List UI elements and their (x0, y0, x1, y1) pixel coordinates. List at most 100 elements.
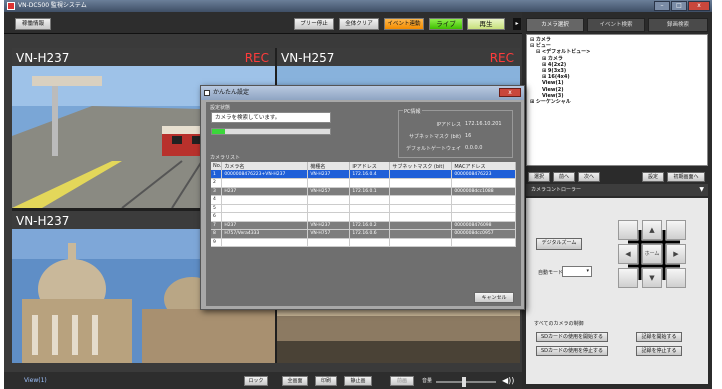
column-header[interactable]: MACアドレス (451, 162, 516, 170)
settings-button[interactable]: 設定 (642, 172, 664, 182)
sd-card-start-button[interactable]: SDカードの使用を開始する (536, 332, 608, 342)
table-cell-no: 5 (211, 204, 223, 213)
auto-mode-label: 自動モード (538, 270, 564, 276)
column-header[interactable]: 機種名 (307, 162, 351, 170)
recording-start-button[interactable]: 記録を開始する (636, 332, 682, 342)
playback-button[interactable]: 再生 (467, 18, 505, 30)
tab-recording-search[interactable]: 録画検索 (648, 18, 708, 32)
ptz-down-left-button[interactable] (618, 268, 638, 288)
table-cell-name (221, 195, 309, 205)
lock-button[interactable]: ロック (244, 376, 268, 386)
table-cell-mask (389, 238, 453, 247)
operation-info-button[interactable]: 稼働情報 (15, 18, 51, 30)
speaker-icon[interactable]: ◀)) (502, 376, 516, 386)
digital-zoom-button[interactable]: デジタルズーム (536, 238, 582, 250)
table-cell-ip: 172.16.0.4 (349, 170, 391, 179)
prev-button[interactable]: 前へ (553, 172, 575, 182)
ptz-up-left-button[interactable] (618, 220, 638, 240)
minimize-button[interactable]: – (654, 1, 670, 11)
fullscreen-button[interactable]: 全画面 (282, 376, 308, 386)
panel-toggle-arrow-icon[interactable]: ▸ (513, 18, 521, 30)
print-stop-button[interactable]: プリー停止 (294, 18, 334, 30)
app-logo-icon (7, 2, 15, 10)
table-cell-model: VN-H257 (307, 187, 351, 196)
maximize-button[interactable]: □ (671, 1, 687, 11)
window-title: VN-DC500 監視システム (18, 2, 87, 9)
table-cell-mask (389, 229, 453, 239)
table-row[interactable]: 3 H237 VN-H257 172.16.0.1 0000008dcc1088 (211, 187, 516, 196)
next-button[interactable]: 次へ (578, 172, 600, 182)
table-cell-name (221, 212, 309, 222)
recording-stop-button[interactable]: 記録を停止する (636, 346, 682, 356)
table-cell-model (307, 178, 351, 188)
camera-header: VN-H237 REC (12, 48, 275, 66)
table-row[interactable]: 8 H757/Vera4333 VN-H757 172.16.0.6 0000008dc… (211, 229, 516, 239)
auto-mode-select[interactable]: ▾ (562, 266, 592, 277)
volume-slider[interactable] (436, 381, 496, 383)
chevron-down-icon[interactable]: ▼ (699, 184, 704, 196)
table-cell-ip: 172.16.0.6 (349, 229, 391, 239)
table-cell-no: 4 (211, 195, 223, 205)
live-button[interactable]: ライブ (429, 18, 463, 30)
table-row[interactable]: 9 (211, 238, 516, 247)
previous-screen-button[interactable]: 前画 (390, 376, 414, 386)
dialog-body: 設定状態 カメラを検索しています。 PC情報 IPアドレス 172.16.10.… (206, 102, 521, 306)
camera-name: VN-H237 (16, 51, 70, 65)
table-row[interactable]: 1 0000008476223+VN-H237 VN-H237 172.16.0.4 0… (211, 170, 516, 179)
rec-indicator: REC (244, 51, 269, 65)
clear-all-button[interactable]: 全体クリア (339, 18, 379, 30)
status-message: カメラを検索しています。 (211, 112, 331, 123)
dialog-close-button[interactable]: x (499, 88, 521, 97)
table-cell-mac (451, 195, 516, 205)
ptz-pad: ▲ ◀ ホーム ▶ ▼ (618, 220, 690, 290)
right-panel: カメラ選択 イベント検索 録画検索 ⊟ カメラ ⊟ ビュー ⊟ <デフォルトビュー>… (522, 12, 712, 389)
title-bar: VN-DC500 監視システム – □ x (4, 0, 712, 12)
table-cell-ip (349, 204, 391, 213)
initial-screen-button[interactable]: 初期画面へ (667, 172, 705, 182)
table-row[interactable]: 2 (211, 178, 516, 188)
ptz-up-right-button[interactable] (666, 220, 686, 240)
event-link-button[interactable]: イベント連動 (384, 18, 424, 30)
camera-controller-header[interactable]: カメラコントローラー ▼ (526, 184, 708, 196)
print-button[interactable]: 印刷 (315, 376, 337, 386)
column-header[interactable]: サブネットマスク (bit) (389, 162, 453, 170)
column-header[interactable]: No. (211, 162, 223, 170)
ptz-left-button[interactable]: ◀ (618, 244, 638, 264)
table-cell-ip (349, 212, 391, 222)
table-row[interactable]: 4 (211, 195, 516, 205)
table-cell-name (221, 238, 309, 247)
camera-controller-panel: デジタルズーム 自動モード ▾ ▲ ◀ ホーム ▶ ▼ すべてのカメラの制御 S… (526, 198, 708, 384)
close-button[interactable]: x (688, 1, 710, 11)
dialog-title-bar[interactable]: かんたん設定 x (201, 86, 524, 100)
easy-setup-dialog: かんたん設定 x 設定状態 カメラを検索しています。 PC情報 IPアドレス 1… (200, 85, 525, 310)
pc-mask-key: サブネットマスク (bit) (408, 134, 461, 140)
ptz-right-button[interactable]: ▶ (666, 244, 686, 264)
table-row[interactable]: 7 H237 VN-H237 172.16.0.2 0000008476098 (211, 221, 516, 230)
table-cell-model (307, 204, 351, 213)
ptz-up-button[interactable]: ▲ (642, 220, 662, 240)
ptz-home-button[interactable]: ホーム (642, 244, 662, 264)
tab-event-search[interactable]: イベント検索 (587, 18, 645, 32)
column-header[interactable]: カメラ名 (221, 162, 309, 170)
table-cell-mac: 0000008dcc0957 (451, 229, 516, 239)
setup-status-label: 設定状態 (210, 105, 231, 111)
still-image-button[interactable]: 静止画 (344, 376, 372, 386)
camera-name: VN-H237 (16, 214, 70, 228)
volume-slider-handle[interactable] (462, 377, 466, 387)
table-cell-model (307, 195, 351, 205)
select-button[interactable]: 選択 (528, 172, 550, 182)
tree-item[interactable]: ⊞ シーケンシャル (530, 99, 704, 105)
camera-header: VN-H257 REC (277, 48, 520, 66)
cancel-button[interactable]: キャンセル (474, 292, 514, 303)
sd-card-stop-button[interactable]: SDカードの使用を停止する (536, 346, 608, 356)
ptz-down-right-button[interactable] (666, 268, 686, 288)
table-row[interactable]: 6 (211, 212, 516, 222)
table-row[interactable]: 5 (211, 204, 516, 213)
tab-camera-select[interactable]: カメラ選択 (526, 18, 584, 32)
pc-info-group: PC情報 IPアドレス 172.16.10.201 サブネットマスク (bit)… (398, 108, 513, 158)
column-header[interactable]: IPアドレス (349, 162, 391, 170)
table-cell-mask (389, 204, 453, 213)
pc-gateway-value: 0.0.0.0 (465, 145, 483, 151)
ptz-down-button[interactable]: ▼ (642, 268, 662, 288)
view-tree: ⊟ カメラ ⊟ ビュー ⊟ <デフォルトビュー> ⊞ カメラ ⊞ 4(2x2) ⊞ 9(3… (526, 34, 708, 166)
